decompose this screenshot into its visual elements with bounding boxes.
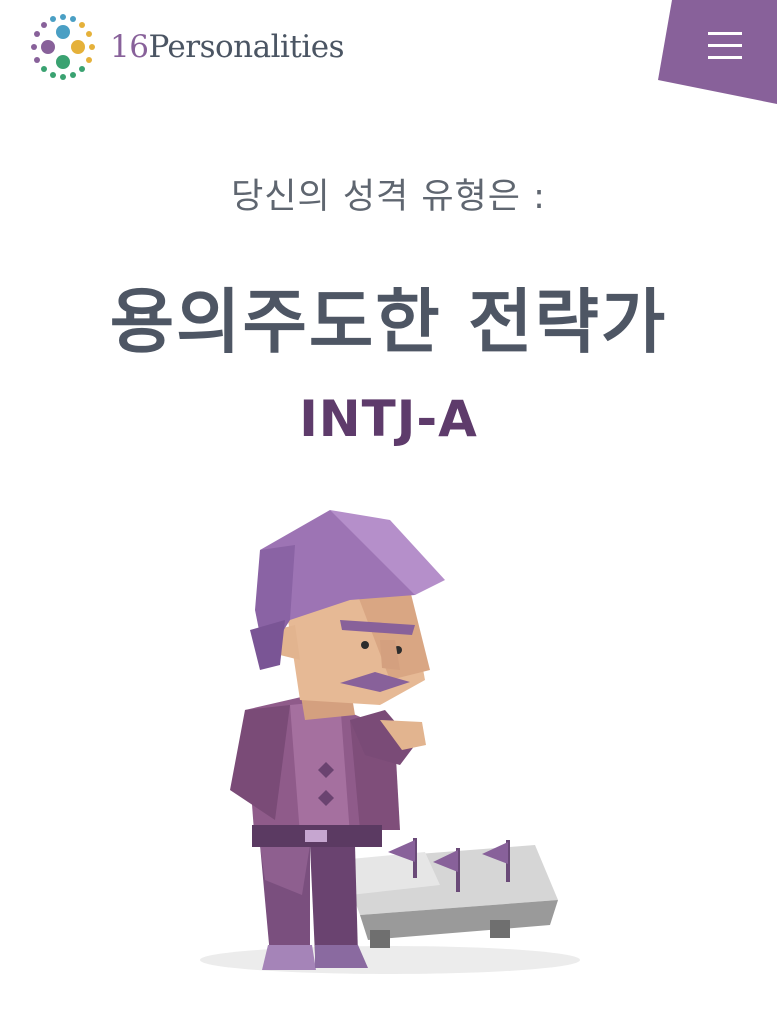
- site-header: 16Personalities: [0, 0, 777, 110]
- logo-dots-icon: [31, 14, 95, 80]
- personality-type-name: 용의주도한 전략가: [109, 281, 668, 363]
- logo-wordmark: 16Personalities: [110, 29, 345, 65]
- menu-button[interactable]: [658, 0, 777, 104]
- personality-type-code: INTJ-A: [299, 390, 478, 448]
- logo-word: Personalities: [148, 29, 345, 65]
- intj-architect-character-illustration: [200, 510, 580, 974]
- logo-number: 16: [110, 29, 149, 65]
- hamburger-menu-icon: [658, 0, 777, 104]
- site-logo[interactable]: 16Personalities: [26, 10, 345, 84]
- result-page: 16Personalities 당신의 성격 유형은 : 용의주도한 전략가 I…: [0, 0, 777, 1024]
- result-subtitle: 당신의 성격 유형은 :: [231, 177, 546, 217]
